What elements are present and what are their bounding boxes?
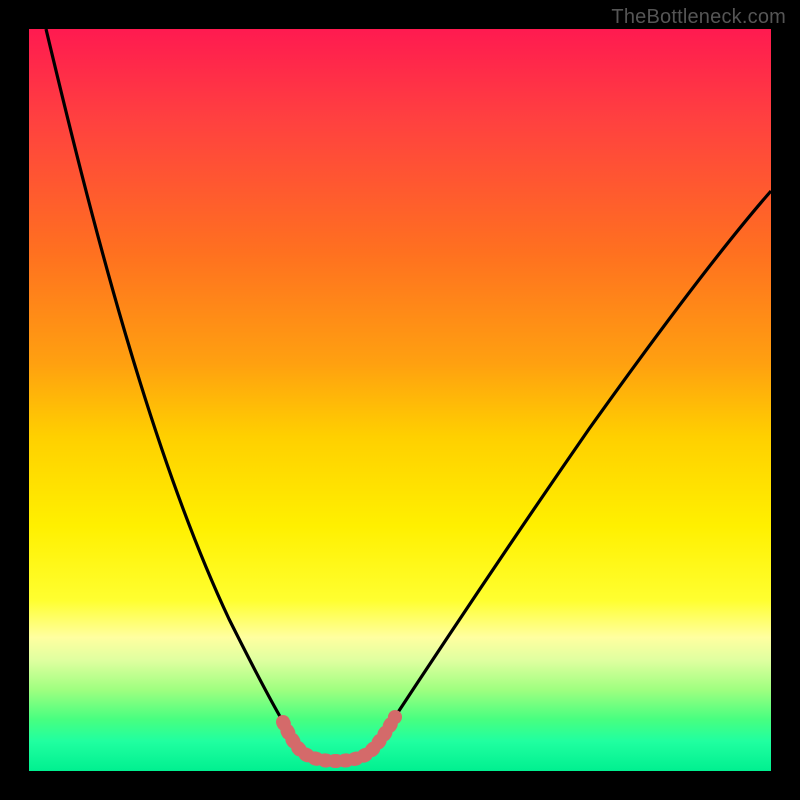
watermark-text: TheBottleneck.com — [611, 6, 786, 29]
gradient-plot-background — [29, 29, 771, 771]
chart-container: TheBottleneck.com — [0, 0, 800, 800]
